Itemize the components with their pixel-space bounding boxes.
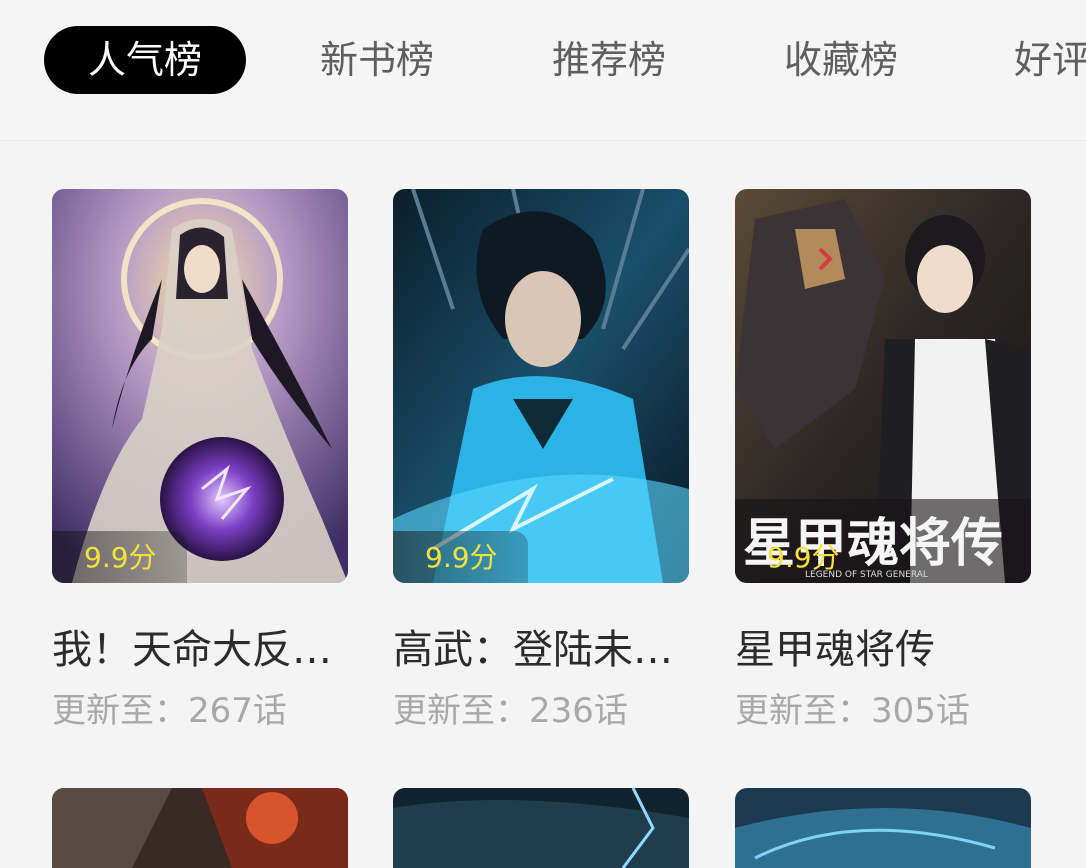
cover-illustration xyxy=(393,788,689,868)
tab-popular[interactable]: 人气榜 xyxy=(44,26,246,94)
update-status: 更新至：267话 xyxy=(52,691,287,731)
tab-favorites[interactable]: 收藏榜 xyxy=(756,26,926,94)
cover-illustration: 星甲魂将传 LEGEND OF STAR GENERAL xyxy=(735,189,1031,583)
book-cover[interactable]: 9.9分 xyxy=(393,189,689,583)
book-title[interactable]: 高武：登陆未… xyxy=(393,617,689,675)
rating-badge: 9.9分 xyxy=(52,531,187,583)
update-status: 更新至：305话 xyxy=(735,691,970,731)
book-cover[interactable] xyxy=(393,788,689,868)
book-cover[interactable] xyxy=(735,788,1031,868)
cover-illustration xyxy=(52,788,348,868)
rating-badge: 9.9分 xyxy=(767,541,840,574)
tab-recommended[interactable]: 推荐榜 xyxy=(524,26,694,94)
tab-new-books[interactable]: 新书榜 xyxy=(292,26,462,94)
book-card[interactable]: 9.9分 高武：登陆未… 更新至：236话 xyxy=(393,189,689,731)
book-title[interactable]: 我！天命大反… xyxy=(52,617,348,675)
book-cover[interactable]: 星甲魂将传 LEGEND OF STAR GENERAL 9.9分 xyxy=(735,189,1031,583)
ranking-tabs: 人气榜 新书榜 推荐榜 收藏榜 好评 xyxy=(0,0,1086,140)
tabs-divider xyxy=(0,140,1086,141)
book-cover[interactable] xyxy=(52,788,348,868)
cover-illustration xyxy=(393,189,689,583)
tab-top-rated[interactable]: 好评 xyxy=(1014,26,1086,94)
rating-badge: 9.9分 xyxy=(393,531,528,583)
book-card[interactable]: 星甲魂将传 LEGEND OF STAR GENERAL 9.9分 星甲魂将传 … xyxy=(735,189,1031,731)
book-cover[interactable]: 9.9分 xyxy=(52,189,348,583)
update-status: 更新至：236话 xyxy=(393,691,628,731)
book-title[interactable]: 星甲魂将传 xyxy=(735,617,1031,675)
cover-illustration xyxy=(735,788,1031,868)
cover-illustration xyxy=(52,189,348,583)
book-card[interactable]: 9.9分 我！天命大反… 更新至：267话 xyxy=(52,189,348,731)
